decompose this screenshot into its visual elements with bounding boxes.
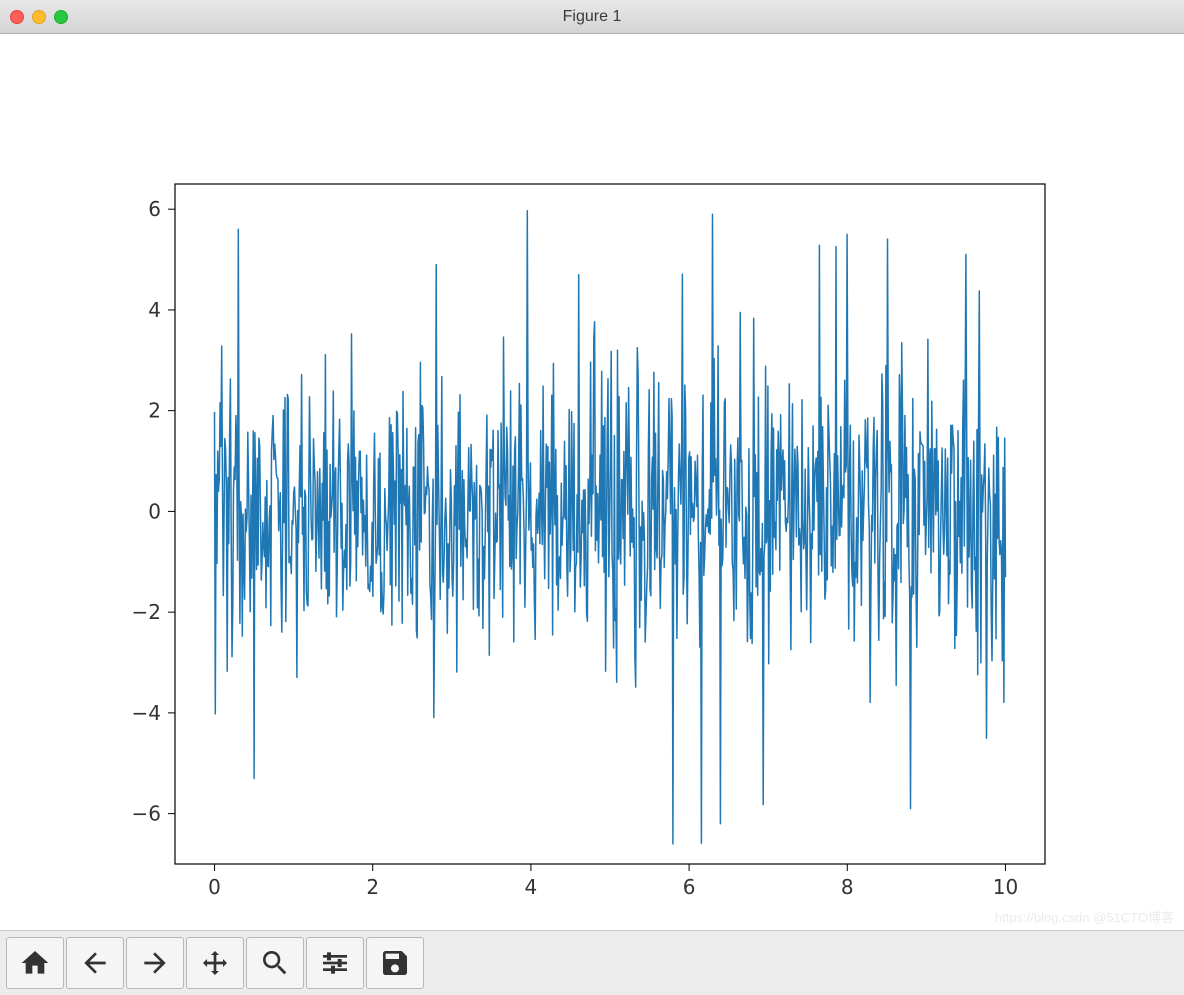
home-icon <box>19 947 51 979</box>
svg-text:6: 6 <box>148 197 161 221</box>
svg-text:−4: −4 <box>132 701 161 725</box>
svg-text:4: 4 <box>148 298 161 322</box>
x-ticks: 0 2 4 6 8 10 <box>208 864 1018 899</box>
plot-canvas[interactable]: 0 2 4 6 8 10 −6 −4 −2 0 2 4 6 https://blog.csdn @51… <box>0 34 1184 930</box>
save-button[interactable] <box>366 937 424 989</box>
svg-text:−6: −6 <box>132 802 161 826</box>
titlebar: Figure 1 <box>0 0 1184 34</box>
zoom-icon <box>259 947 291 979</box>
svg-text:2: 2 <box>366 875 379 899</box>
forward-button[interactable] <box>126 937 184 989</box>
back-button[interactable] <box>66 937 124 989</box>
svg-text:2: 2 <box>148 399 161 423</box>
svg-text:10: 10 <box>993 875 1018 899</box>
save-icon <box>379 947 411 979</box>
svg-text:8: 8 <box>841 875 854 899</box>
home-button[interactable] <box>6 937 64 989</box>
svg-text:0: 0 <box>208 875 221 899</box>
zoom-button[interactable] <box>246 937 304 989</box>
traffic-lights <box>10 10 68 24</box>
configure-button[interactable] <box>306 937 364 989</box>
line-series <box>215 211 1006 844</box>
window-close-button[interactable] <box>10 10 24 24</box>
svg-text:−2: −2 <box>132 600 161 624</box>
forward-arrow-icon <box>139 947 171 979</box>
watermark-text: https://blog.csdn @51CTO博客 <box>995 907 1174 926</box>
window-minimize-button[interactable] <box>32 10 46 24</box>
svg-text:4: 4 <box>525 875 538 899</box>
svg-text:0: 0 <box>148 499 161 523</box>
y-ticks: −6 −4 −2 0 2 4 6 <box>132 197 175 825</box>
window-title: Figure 1 <box>563 8 622 26</box>
svg-text:6: 6 <box>683 875 696 899</box>
sliders-icon <box>319 947 351 979</box>
matplotlib-toolbar <box>0 930 1184 995</box>
back-arrow-icon <box>79 947 111 979</box>
pan-icon <box>199 947 231 979</box>
plot-svg: 0 2 4 6 8 10 −6 −4 −2 0 2 4 6 <box>0 34 1184 930</box>
pan-button[interactable] <box>186 937 244 989</box>
window-maximize-button[interactable] <box>54 10 68 24</box>
